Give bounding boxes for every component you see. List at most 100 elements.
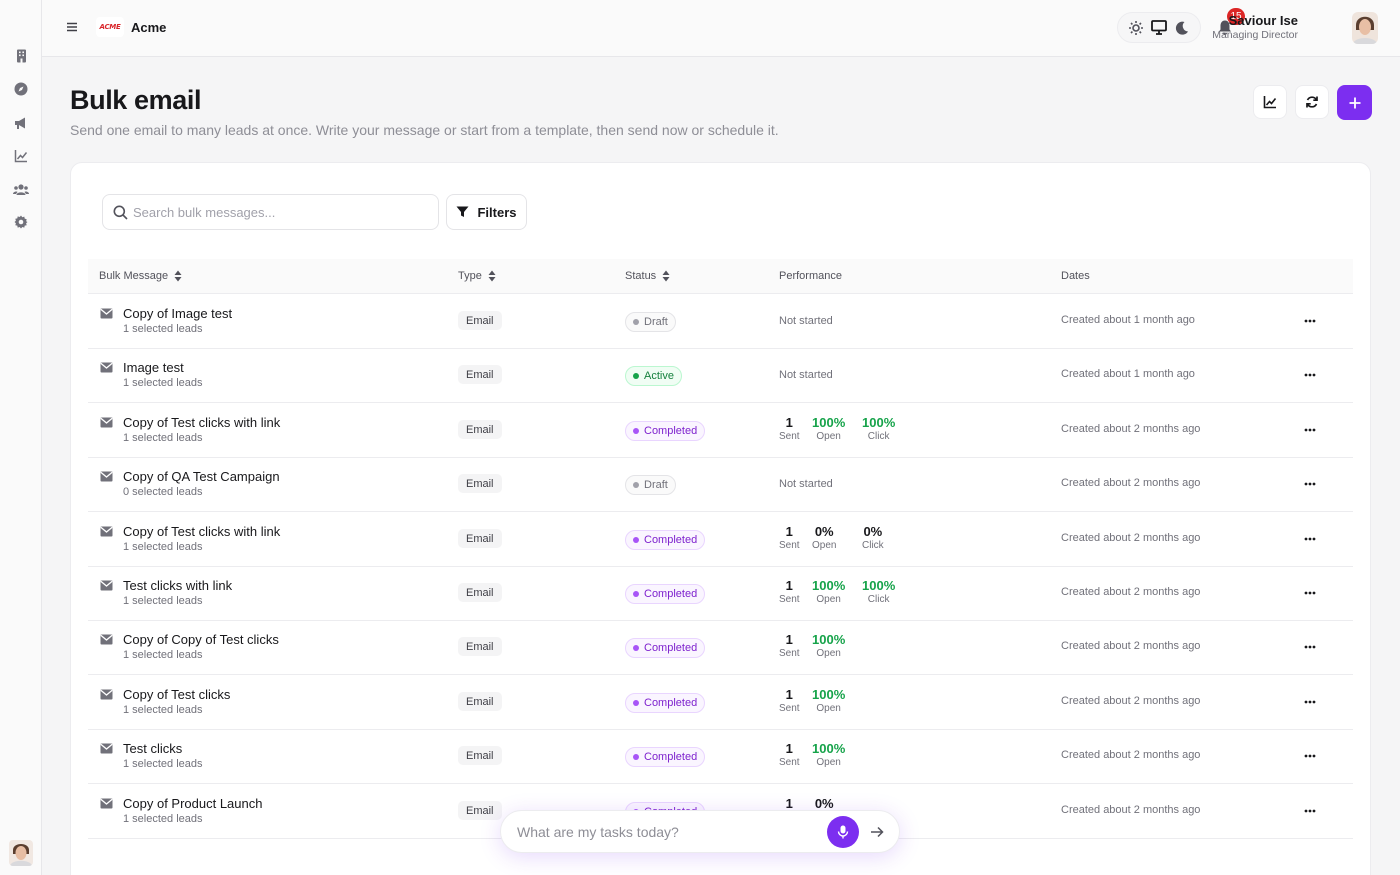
metric-label: Sent (779, 757, 800, 768)
gear-icon[interactable] (12, 213, 30, 231)
status-label: Completed (644, 588, 698, 600)
metric-label: Sent (779, 431, 800, 442)
message-name[interactable]: Image test (123, 360, 184, 375)
users-icon[interactable] (12, 180, 30, 198)
metric-label: Sent (779, 540, 800, 551)
assistant-input[interactable] (517, 811, 817, 852)
app-logo[interactable]: ACME (96, 17, 124, 37)
search-icon (113, 205, 128, 220)
type-badge: Email (458, 692, 502, 711)
created-date: Created about 1 month ago (1061, 314, 1195, 326)
column-type[interactable]: Type (458, 270, 496, 282)
row-actions-button[interactable] (1301, 585, 1319, 601)
more-horizontal-icon (1304, 319, 1316, 323)
microphone-button[interactable] (827, 816, 859, 848)
bulk-messages-card: Filters Bulk Message Type Status Perform… (70, 162, 1371, 875)
metric-open: 100% Open (812, 578, 845, 605)
column-dates: Dates (1061, 270, 1090, 282)
status-dot (633, 700, 639, 706)
chart-line-icon (1263, 96, 1277, 109)
column-status[interactable]: Status (625, 270, 670, 282)
metric-sent: 1Sent (779, 687, 800, 714)
building-icon[interactable] (12, 47, 30, 65)
row-actions-button[interactable] (1301, 422, 1319, 438)
metric-value: 0% (863, 524, 883, 539)
arrow-right-icon (871, 826, 884, 838)
menu-icon[interactable] (64, 19, 80, 35)
status-label: Active (644, 370, 674, 382)
row-actions-button[interactable] (1301, 531, 1319, 547)
message-name[interactable]: Test clicks (123, 741, 182, 756)
chart-line-icon[interactable] (12, 147, 30, 165)
message-name[interactable]: Copy of Test clicks (123, 687, 230, 702)
column-bulk-message[interactable]: Bulk Message (99, 270, 182, 282)
search-input[interactable] (133, 195, 433, 229)
table-row[interactable]: Test clicks with link 1 selected leads Ema… (88, 566, 1353, 621)
status-label: Draft (644, 479, 668, 491)
row-actions-button[interactable] (1301, 694, 1319, 710)
status-label: Draft (644, 316, 668, 328)
created-date: Created about 2 months ago (1061, 423, 1201, 435)
megaphone-icon[interactable] (12, 114, 30, 132)
table-row[interactable]: Copy of QA Test Campaign 0 selected leads… (88, 457, 1353, 512)
table-row[interactable]: Test clicks 1 selected leads Email Complete… (88, 729, 1353, 784)
selected-leads: 0 selected leads (123, 486, 203, 498)
sun-icon[interactable] (1126, 18, 1146, 38)
table-row[interactable]: Image test 1 selected leads Email Active Not… (88, 348, 1353, 403)
type-badge: Email (458, 529, 502, 548)
refresh-icon (1306, 96, 1318, 108)
message-name[interactable]: Test clicks with link (123, 578, 232, 593)
table-row[interactable]: Copy of Test clicks with link 1 selected … (88, 403, 1353, 458)
selected-leads: 1 selected leads (123, 595, 203, 607)
table-header: Bulk Message Type Status Performance Dat… (88, 259, 1353, 294)
row-actions-button[interactable] (1301, 803, 1319, 819)
table-row[interactable]: Copy of Copy of Test clicks 1 selected le… (88, 620, 1353, 675)
row-actions-button[interactable] (1301, 313, 1319, 329)
message-name[interactable]: Copy of Test clicks with link (123, 524, 280, 539)
metric-open: 100% Open (812, 687, 845, 714)
envelope-icon (100, 689, 113, 700)
status-badge: Completed (625, 421, 706, 441)
metric-value: 1 (785, 796, 793, 811)
more-horizontal-icon (1304, 428, 1316, 432)
metric-value: 100% (862, 415, 896, 430)
metric-value: 100% (812, 415, 846, 430)
status-dot (633, 754, 639, 760)
send-button[interactable] (867, 822, 887, 842)
more-horizontal-icon (1304, 537, 1316, 541)
table-row[interactable]: Copy of Test clicks 1 selected leads Email… (88, 675, 1353, 730)
status-badge: Completed (625, 638, 706, 658)
message-name[interactable]: Copy of Copy of Test clicks (123, 632, 279, 647)
selected-leads: 1 selected leads (123, 377, 203, 389)
created-date: Created about 2 months ago (1061, 586, 1201, 598)
refresh-button[interactable] (1295, 85, 1329, 119)
metric-label: Click (867, 594, 890, 605)
metric-click: 0% Click (862, 524, 884, 551)
message-name[interactable]: Copy of Test clicks with link (123, 415, 280, 430)
analytics-button[interactable] (1253, 85, 1287, 119)
row-actions-button[interactable] (1301, 748, 1319, 764)
table-row[interactable]: Copy of Image test 1 selected leads Email D… (88, 294, 1353, 349)
avatar[interactable] (9, 840, 33, 866)
metric-open: 100% Open (812, 741, 845, 768)
row-actions-button[interactable] (1301, 367, 1319, 383)
user-avatar[interactable] (1352, 12, 1378, 44)
more-horizontal-icon (1304, 700, 1316, 704)
metric-label: Open (816, 648, 841, 659)
created-date: Created about 1 month ago (1061, 368, 1195, 380)
message-name[interactable]: Copy of Image test (123, 306, 232, 321)
row-actions-button[interactable] (1301, 476, 1319, 492)
metric-value: 1 (785, 741, 793, 756)
message-name[interactable]: Copy of Product Launch (123, 796, 262, 811)
table-row[interactable]: Copy of Test clicks with link 1 selected … (88, 512, 1353, 567)
metric-label: Open (816, 757, 841, 768)
selected-leads: 1 selected leads (123, 813, 203, 825)
filter-icon (456, 206, 469, 217)
row-actions-button[interactable] (1301, 639, 1319, 655)
metric-value: 1 (785, 524, 793, 539)
compass-icon[interactable] (12, 80, 30, 98)
created-date: Created about 2 months ago (1061, 477, 1201, 489)
message-name[interactable]: Copy of QA Test Campaign (123, 469, 280, 484)
filters-button[interactable]: Filters (446, 194, 527, 230)
create-bulk-email-button[interactable] (1337, 85, 1372, 120)
